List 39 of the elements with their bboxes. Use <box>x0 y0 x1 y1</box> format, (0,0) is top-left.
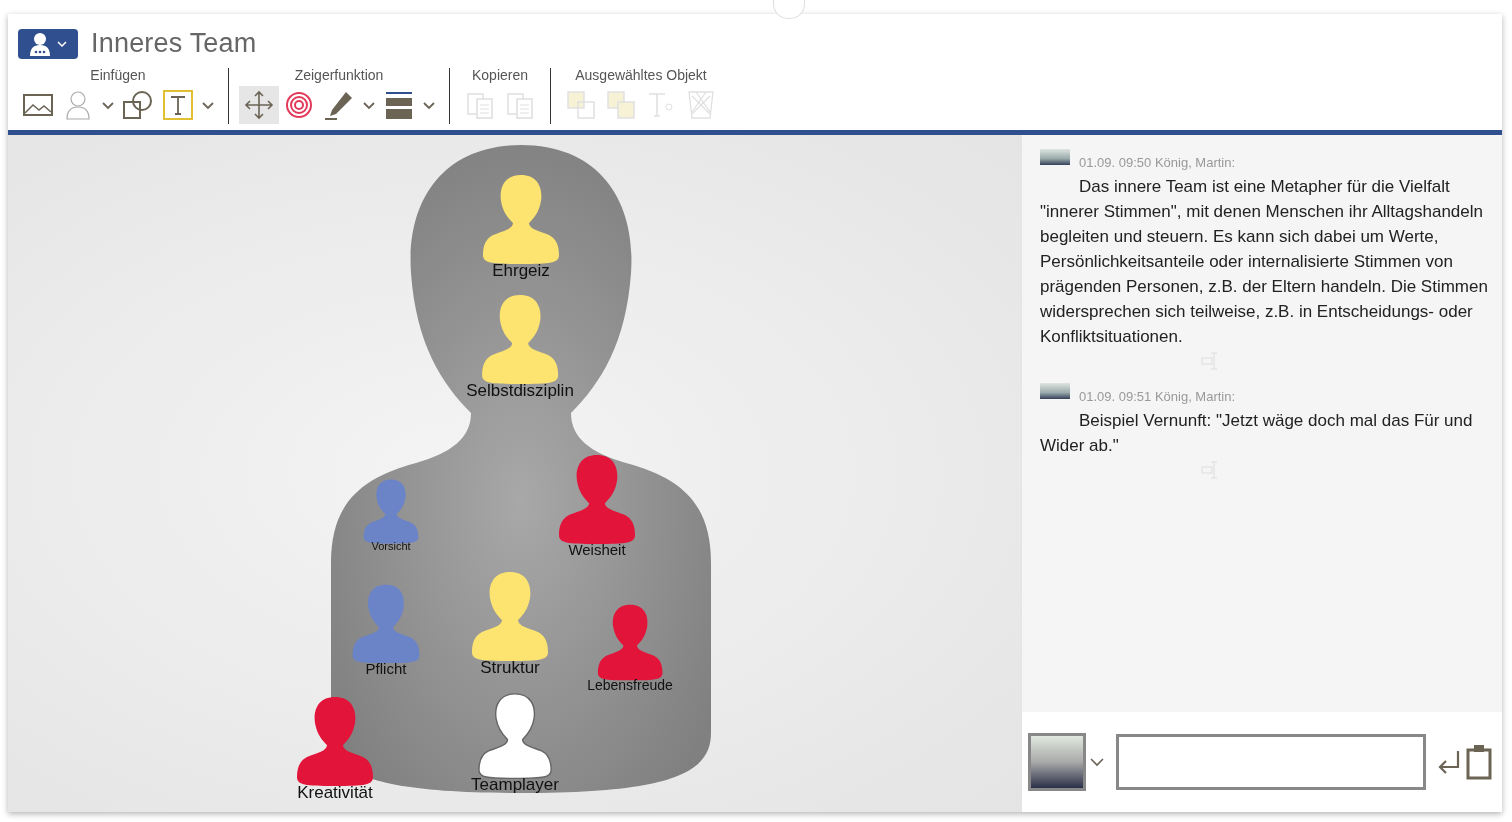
comment-text: Beispiel Vernunft: "Jetzt wäge doch mal das Für und Wider ab." <box>1040 411 1473 455</box>
avatar-photo-placeholder <box>1040 149 1070 165</box>
chevron-down-icon <box>202 101 214 110</box>
window-title: Inneres Team <box>91 28 257 59</box>
clipboard-icon[interactable] <box>1466 744 1492 780</box>
person-figure[interactable] <box>295 695 375 787</box>
person-figure[interactable] <box>481 173 561 265</box>
person-figure[interactable] <box>480 293 560 385</box>
chevron-down-icon <box>363 101 375 110</box>
person-icon <box>29 31 51 56</box>
figure-label: Weisheit <box>568 541 626 558</box>
avatar-photo-placeholder <box>1040 383 1070 399</box>
chevron-down-icon <box>102 101 114 110</box>
chevron-down-icon[interactable] <box>1090 757 1104 767</box>
figure-label: Lebensfreude <box>587 677 673 694</box>
figure-label: Teamplayer <box>471 775 559 796</box>
figure-label: Selbstdisziplin <box>466 381 574 401</box>
top-handle[interactable] <box>773 0 805 19</box>
avatar-photo-placeholder[interactable] <box>1028 733 1086 791</box>
chevron-down-icon <box>423 101 435 110</box>
comment-input-field[interactable] <box>1116 734 1426 790</box>
text-format-icon <box>646 90 676 120</box>
comment-text: Das innere Team ist eine Metapher für die Vielfalt "innerer Stimmen", mit denen Menschen ihr Alltagshandeln begleiten und steuern. Es kann sich dabei um Werte, Persönlichkeitsanteile oder internalisierte Stimmen von prägenden Personen, z.B. der Eltern handeln. Die Stimmen widersprechen sich teilweise, z.B. in Entscheidungs- oder Konfliktsituationen. <box>1040 177 1488 346</box>
toolbar-group-label: Kopieren <box>471 67 528 83</box>
move-tool-button[interactable] <box>239 86 279 124</box>
comment-meta: 01.09. 09:51 König, Martin: <box>1079 389 1236 405</box>
figure-label: Struktur <box>480 658 540 678</box>
figure-label: Ehrgeiz <box>492 261 550 281</box>
toolbar-group-label: Zeigerfunktion <box>294 67 384 83</box>
figure-label: Pflicht <box>365 659 407 677</box>
comment-meta: 01.09. 09:50 König, Martin: <box>1079 155 1236 171</box>
chevron-down-icon <box>57 40 67 47</box>
toolbar-group-label: Ausgewähltes Objekt <box>575 67 707 83</box>
user-menu-button[interactable] <box>18 28 78 59</box>
toolbar-group-label: Einfügen <box>90 67 146 83</box>
figure-label: Kreativität <box>297 783 373 803</box>
person-figure[interactable] <box>477 692 553 780</box>
person-figure[interactable] <box>557 453 637 545</box>
figure-label: Vorsicht <box>371 540 411 553</box>
